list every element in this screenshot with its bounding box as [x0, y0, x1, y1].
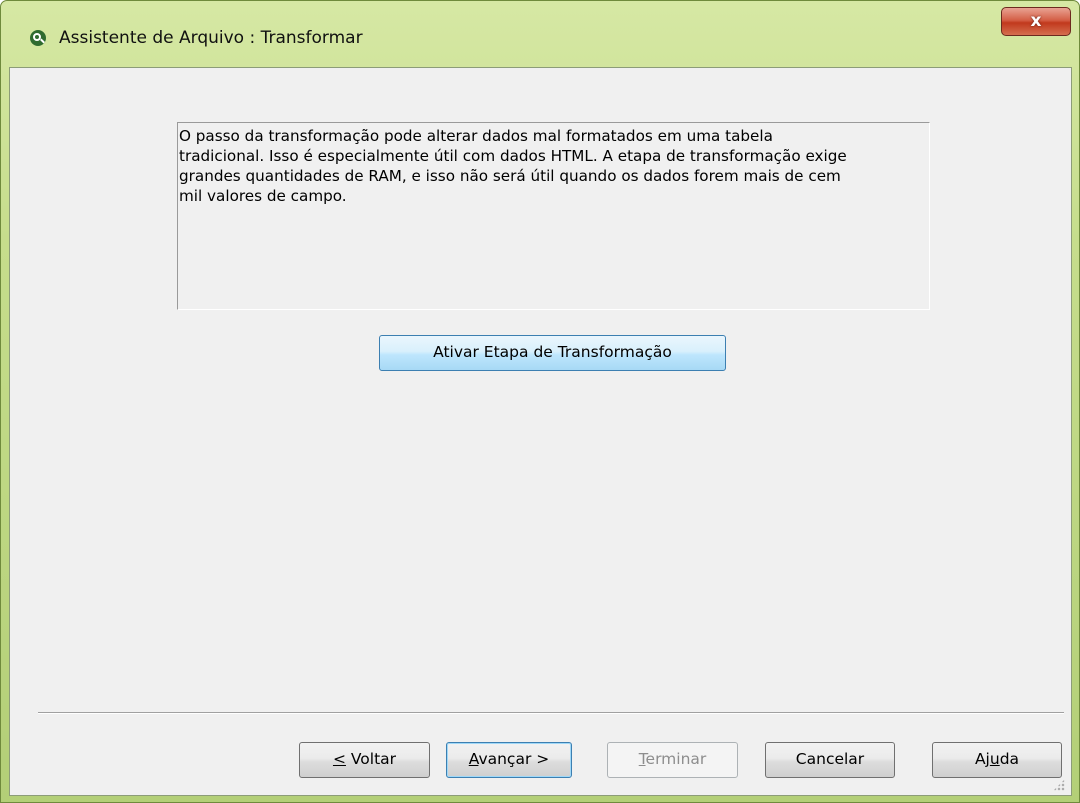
help-button-pre: Aj	[974, 750, 990, 768]
window-title: Assistente de Arquivo : Transformar	[59, 28, 363, 48]
finish-button-label: erminar	[645, 750, 707, 768]
close-icon[interactable]: x	[1001, 7, 1071, 36]
resize-grip-icon[interactable]	[1053, 779, 1065, 791]
dialog-client-area: O passo da transformação pode alterar da…	[9, 67, 1072, 796]
finish-button[interactable]: Terminar	[607, 742, 738, 778]
next-button-label: vançar >	[478, 750, 550, 768]
enable-transform-step-button[interactable]: Ativar Etapa de Transformação	[379, 335, 726, 371]
finish-button-accel: T	[638, 750, 646, 768]
back-button[interactable]: < Voltar	[299, 742, 430, 778]
description-text: O passo da transformação pode alterar da…	[177, 122, 930, 310]
title-bar[interactable]: Assistente de Arquivo : Transformar x	[1, 1, 1079, 67]
help-button-accel: u	[989, 750, 1000, 768]
help-button-label: da	[999, 750, 1020, 768]
cancel-button[interactable]: Cancelar	[765, 742, 895, 778]
back-button-label: Voltar	[345, 750, 397, 768]
app-icon	[30, 30, 46, 46]
dialog-window: Assistente de Arquivo : Transformar x O …	[0, 0, 1080, 803]
back-button-accel: <	[332, 750, 346, 768]
help-button[interactable]: Ajuda	[932, 742, 1062, 778]
separator	[38, 712, 1064, 714]
next-button-accel: A	[468, 750, 479, 768]
next-button[interactable]: Avançar >	[446, 742, 572, 778]
